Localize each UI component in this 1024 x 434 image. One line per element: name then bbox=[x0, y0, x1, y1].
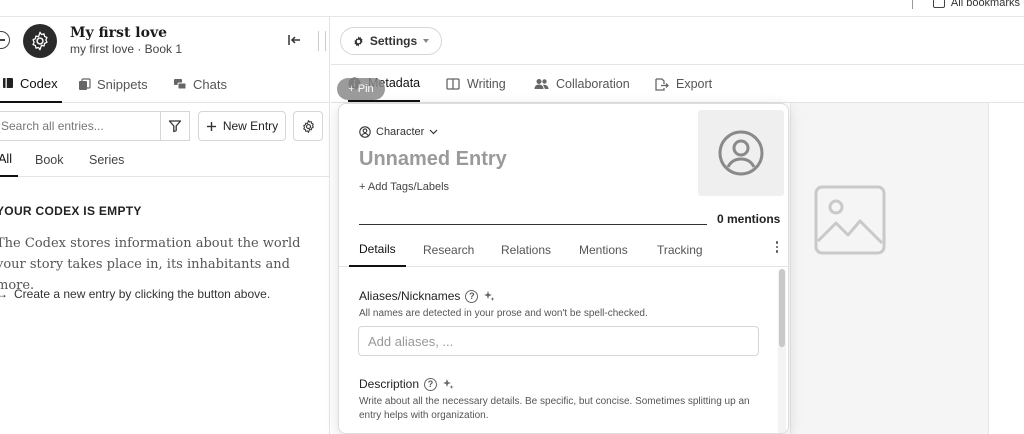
toolbar-divider bbox=[331, 64, 1024, 65]
entry-tab-mentions-label: Mentions bbox=[579, 242, 628, 257]
settings-button[interactable]: Settings bbox=[340, 27, 442, 55]
new-entry-button[interactable]: New Entry bbox=[198, 111, 286, 141]
tab-codex-label: Codex bbox=[20, 75, 58, 91]
collapse-sidebar-button[interactable] bbox=[287, 33, 301, 47]
pin-button[interactable]: + Pin bbox=[337, 78, 385, 100]
entry-type-selector[interactable]: Character bbox=[359, 126, 438, 138]
plus-icon bbox=[206, 121, 216, 131]
codex-settings-button[interactable] bbox=[293, 111, 323, 141]
pin-label: Pin bbox=[357, 83, 374, 95]
tab-writing[interactable]: Writing bbox=[446, 66, 506, 102]
gear-icon bbox=[354, 35, 363, 47]
entry-type-label: Character bbox=[376, 126, 425, 138]
empty-state-title: YOUR CODEX IS EMPTY bbox=[0, 204, 142, 218]
all-bookmarks-label: All bookmarks bbox=[950, 0, 1020, 9]
aliases-label-row: Aliases/Nicknames ? bbox=[359, 289, 495, 303]
description-label-row: Description ? bbox=[359, 377, 454, 391]
description-help-text: Write about all the necessary details. B… bbox=[359, 396, 750, 421]
filter-tab-all-label: All bbox=[0, 152, 12, 166]
project-title: My first love bbox=[70, 25, 167, 41]
user-circle-icon bbox=[359, 126, 371, 138]
settings-label: Settings bbox=[369, 34, 418, 48]
filter-tab-book[interactable]: Book bbox=[35, 143, 64, 177]
chevron-down-icon bbox=[423, 39, 430, 43]
entry-tabs: Details Research Relations Mentions Trac… bbox=[339, 232, 788, 267]
tab-writing-label: Writing bbox=[467, 77, 506, 91]
entry-avatar-upload[interactable] bbox=[698, 110, 784, 196]
chat-icon bbox=[174, 78, 187, 89]
entry-tab-relations[interactable]: Relations bbox=[501, 232, 551, 267]
tab-codex[interactable]: Codex bbox=[0, 65, 62, 103]
chevron-down-icon bbox=[429, 129, 438, 135]
empty-state-cta-text: Create a new entry by clicking the butto… bbox=[14, 287, 271, 301]
folder-icon bbox=[932, 0, 945, 8]
writing-icon bbox=[446, 78, 460, 90]
snippets-icon bbox=[79, 77, 91, 90]
tab-collaboration[interactable]: Collaboration bbox=[534, 66, 630, 102]
project-subtitle: my first love · Book 1 bbox=[70, 42, 183, 56]
tab-chats[interactable]: Chats bbox=[173, 65, 227, 103]
browser-bookmarks-bar: All bookmarks bbox=[0, 0, 1024, 17]
image-canvas bbox=[790, 103, 988, 434]
tab-export-label: Export bbox=[676, 77, 713, 91]
entry-tab-tracking-label: Tracking bbox=[657, 242, 703, 257]
panel-resize-handle[interactable] bbox=[318, 31, 326, 51]
plus-icon: + bbox=[348, 83, 355, 95]
entry-divider bbox=[359, 224, 707, 225]
gear-icon bbox=[32, 31, 48, 51]
export-icon bbox=[655, 77, 669, 91]
book-icon bbox=[3, 78, 13, 88]
sparkle-icon[interactable] bbox=[442, 378, 454, 390]
add-tags-button[interactable]: + Add Tags/Labels bbox=[359, 181, 449, 193]
bookmarks-divider bbox=[911, 0, 913, 9]
mentions-count: 0 mentions bbox=[717, 212, 781, 226]
filter-tab-all[interactable]: All bbox=[0, 143, 18, 177]
filter-tab-book-label: Book bbox=[35, 153, 64, 167]
user-circle-icon bbox=[718, 130, 764, 176]
tab-snippets[interactable]: Snippets bbox=[78, 65, 148, 103]
filter-button[interactable] bbox=[160, 111, 190, 141]
tab-export[interactable]: Export bbox=[655, 66, 712, 102]
sparkle-icon[interactable] bbox=[483, 290, 495, 302]
people-icon bbox=[534, 79, 549, 89]
filter-tab-series-label: Series bbox=[89, 153, 125, 167]
entry-name-input[interactable]: Unnamed Entry bbox=[359, 148, 507, 171]
more-options-icon[interactable] bbox=[775, 241, 778, 253]
entry-card: Character Unnamed Entry + Add Tags/Label… bbox=[338, 103, 789, 434]
aliases-label: Aliases/Nicknames bbox=[359, 289, 461, 303]
search-input[interactable]: Search all entries... bbox=[0, 111, 160, 141]
codex-filter-tabs: All Book Series bbox=[0, 143, 330, 177]
help-icon[interactable]: ? bbox=[424, 377, 438, 391]
tab-collaboration-label: Collaboration bbox=[556, 77, 630, 91]
scrollbar-thumb[interactable] bbox=[779, 269, 785, 347]
new-entry-label: New Entry bbox=[222, 119, 279, 133]
entry-tab-relations-label: Relations bbox=[501, 242, 552, 257]
entry-tab-tracking[interactable]: Tracking bbox=[657, 232, 703, 267]
aliases-help-text: All names are detected in your prose and… bbox=[359, 308, 648, 319]
project-avatar[interactable] bbox=[23, 24, 57, 58]
description-label: Description bbox=[359, 377, 420, 391]
help-icon[interactable]: ? bbox=[465, 289, 479, 303]
entry-tab-research[interactable]: Research bbox=[423, 232, 474, 267]
all-bookmarks[interactable]: All bookmarks bbox=[911, 0, 1020, 9]
entry-tab-research-label: Research bbox=[423, 242, 475, 257]
collapse-left-icon bbox=[288, 35, 300, 45]
aliases-input[interactable]: Add aliases, ... bbox=[358, 326, 759, 356]
aliases-placeholder: Add aliases, ... bbox=[368, 333, 454, 349]
entry-tab-mentions[interactable]: Mentions bbox=[579, 232, 628, 267]
filter-icon bbox=[168, 120, 182, 133]
image-placeholder-icon bbox=[814, 185, 886, 255]
arrow-right-icon: → bbox=[0, 287, 8, 301]
gear-icon bbox=[302, 119, 314, 133]
empty-state-cta: → Create a new entry by clicking the but… bbox=[0, 287, 270, 301]
right-rail bbox=[988, 103, 1024, 434]
codex-tabs: Codex Snippets Chats bbox=[0, 65, 330, 103]
filter-tab-series[interactable]: Series bbox=[89, 143, 124, 177]
tab-snippets-label: Snippets bbox=[97, 76, 148, 92]
entry-tab-details-label: Details bbox=[359, 241, 396, 256]
tab-chats-label: Chats bbox=[193, 76, 227, 92]
search-placeholder: Search all entries... bbox=[1, 119, 104, 133]
entry-tab-details[interactable]: Details bbox=[349, 232, 406, 267]
